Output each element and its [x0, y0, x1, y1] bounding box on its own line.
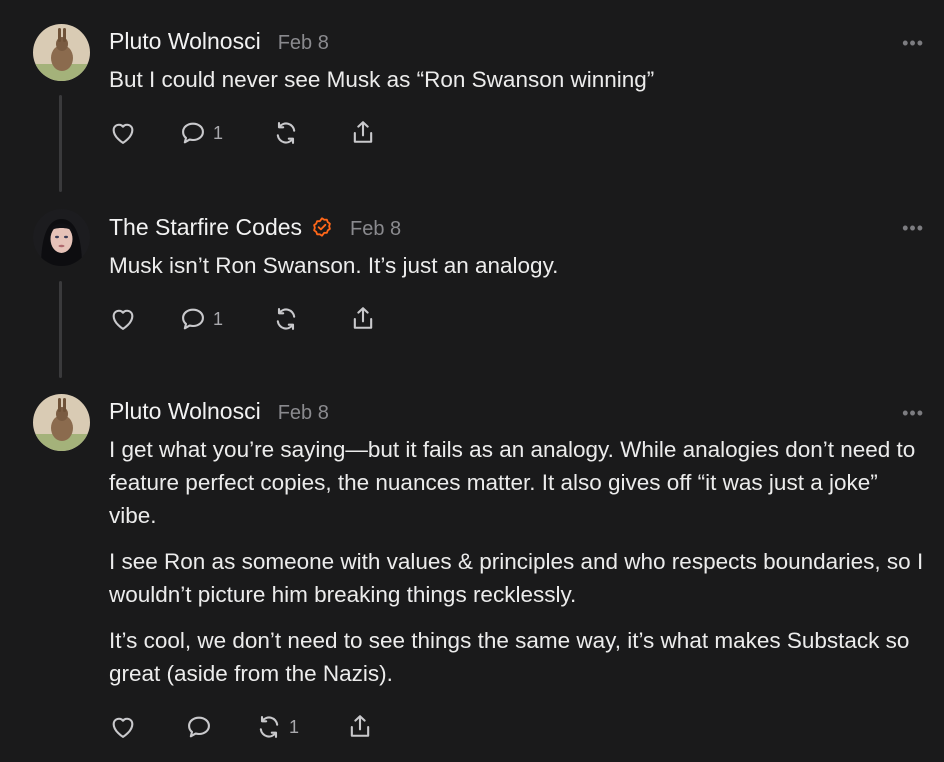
share-button[interactable] — [349, 305, 377, 333]
author-name[interactable]: The Starfire Codes — [109, 214, 302, 241]
share-icon — [349, 305, 377, 333]
comment-bubble-icon — [185, 713, 213, 741]
comment-date[interactable]: Feb 8 — [278, 402, 329, 425]
share-button[interactable] — [349, 119, 377, 147]
more-dots-icon[interactable]: ••• — [902, 34, 924, 52]
comment-paragraph: I get what you’re saying—but it fails as… — [109, 437, 916, 528]
comment-date[interactable]: Feb 8 — [278, 32, 329, 55]
restack-count: 1 — [289, 716, 300, 737]
like-button[interactable] — [109, 713, 137, 741]
restack-icon — [255, 713, 283, 741]
comment-date[interactable]: Feb 8 — [350, 218, 401, 241]
comment-bubble-icon — [179, 119, 207, 147]
comment-body: But I could never see Musk as “Ron Swans… — [109, 63, 924, 109]
more-dots-icon[interactable]: ••• — [902, 219, 924, 237]
comment-body: Musk isn’t Ron Swanson. It’s just an ana… — [109, 249, 924, 295]
reply-count: 1 — [213, 122, 224, 143]
like-button[interactable] — [109, 305, 137, 333]
comment-header: Pluto Wolnosci Feb 8 — [109, 398, 329, 425]
comment-body: I get what you’re saying—but it fails as… — [109, 433, 924, 703]
verified-check-icon — [311, 216, 333, 238]
thread-connector-line — [59, 95, 62, 192]
comment-paragraph: Musk isn’t Ron Swanson. It’s just an ana… — [109, 253, 559, 278]
heart-icon — [109, 119, 137, 147]
reply-button[interactable]: 1 — [179, 119, 223, 147]
avatar-the-starfire-codes[interactable] — [33, 209, 90, 266]
comment-paragraph: It’s cool, we don’t need to see things t… — [109, 628, 910, 686]
avatar-pluto-wolnosci[interactable] — [33, 24, 90, 81]
comment-paragraph: But I could never see Musk as “Ron Swans… — [109, 67, 655, 92]
restack-button[interactable] — [272, 119, 300, 147]
reply-button[interactable] — [185, 713, 219, 741]
heart-icon — [109, 305, 137, 333]
like-button[interactable] — [109, 119, 137, 147]
restack-icon — [272, 305, 300, 333]
author-name[interactable]: Pluto Wolnosci — [109, 28, 261, 55]
author-name[interactable]: Pluto Wolnosci — [109, 398, 261, 425]
comment-bubble-icon — [179, 305, 207, 333]
reply-button[interactable]: 1 — [179, 305, 223, 333]
avatar-pluto-wolnosci[interactable] — [33, 394, 90, 451]
thread-connector-line — [59, 281, 62, 378]
restack-button[interactable] — [272, 305, 300, 333]
heart-icon — [109, 713, 137, 741]
reply-count: 1 — [213, 308, 224, 329]
share-button[interactable] — [346, 713, 374, 741]
share-icon — [349, 119, 377, 147]
restack-icon — [272, 119, 300, 147]
comment-thread: Pluto Wolnosci Feb 8 ••• But I could nev… — [0, 0, 944, 762]
restack-button[interactable]: 1 — [255, 713, 299, 741]
comment-header: Pluto Wolnosci Feb 8 — [109, 28, 329, 55]
comment-header: The Starfire Codes Feb 8 — [109, 213, 401, 241]
comment-paragraph: I see Ron as someone with values & princ… — [109, 549, 924, 607]
more-dots-icon[interactable]: ••• — [902, 404, 924, 422]
share-icon — [346, 713, 374, 741]
